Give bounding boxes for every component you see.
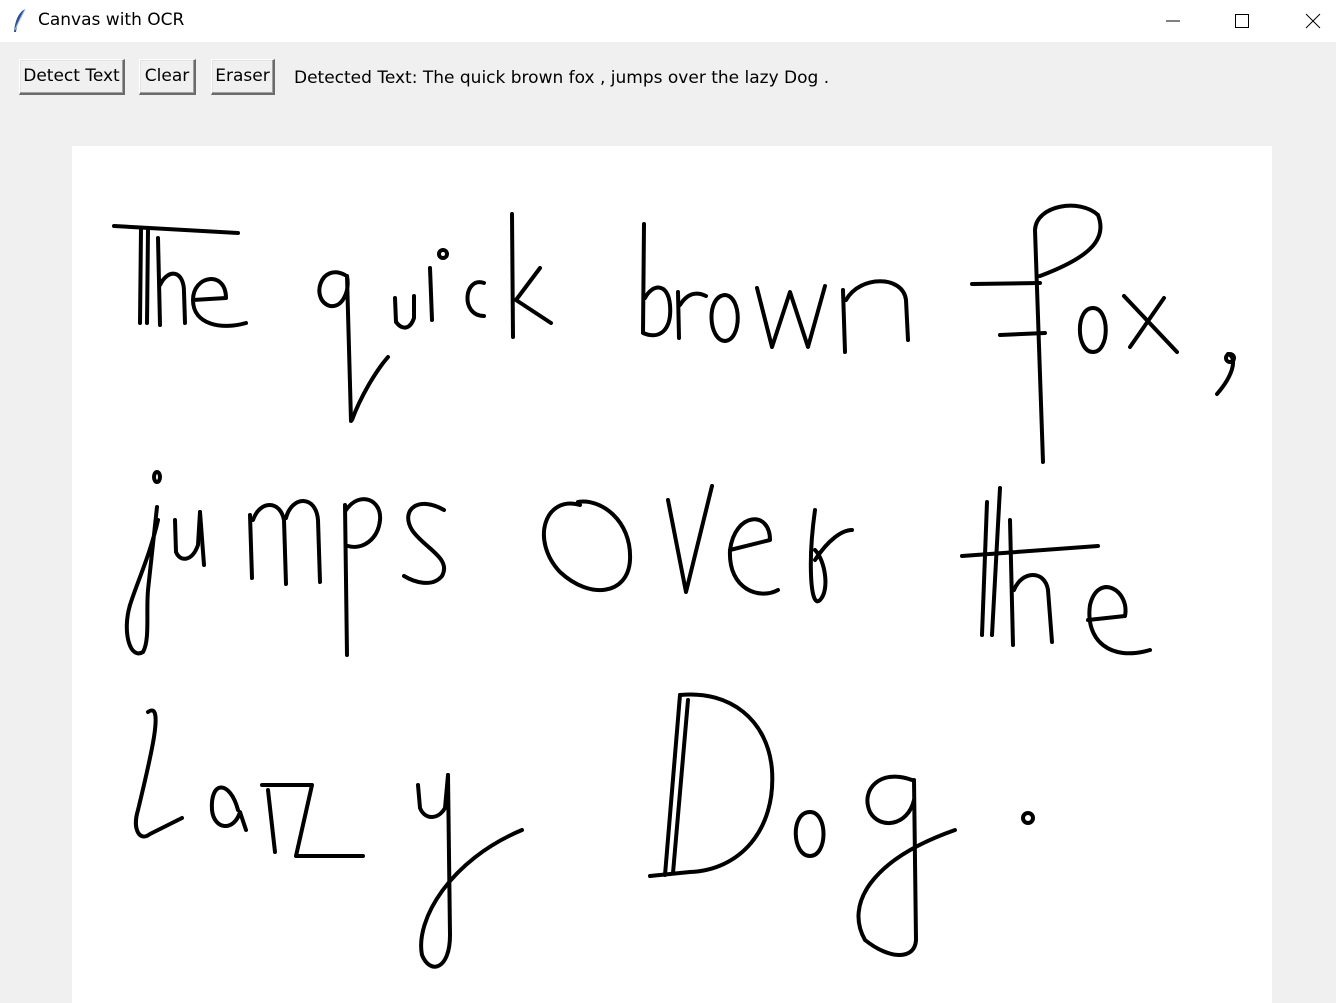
minimize-button[interactable] [1150,0,1196,42]
clear-button[interactable]: Clear [139,59,196,95]
close-button[interactable] [1290,0,1336,42]
handwriting-strokes [112,203,1236,969]
eraser-button[interactable]: Eraser [211,59,275,95]
title-bar: Canvas with OCR [0,0,1336,42]
minimize-icon [1166,20,1180,22]
maximize-button[interactable] [1219,0,1265,42]
window-title: Canvas with OCR [38,10,185,30]
detected-text-label: Detected Text: The quick brown fox , jum… [294,68,830,88]
feather-icon [14,8,26,32]
detect-text-button[interactable]: Detect Text [19,59,125,95]
maximize-icon [1235,14,1249,28]
close-icon [1305,13,1321,29]
toolbar: Detect Text Clear Eraser Detected Text: … [0,42,1336,112]
drawing-canvas[interactable] [72,146,1272,1003]
